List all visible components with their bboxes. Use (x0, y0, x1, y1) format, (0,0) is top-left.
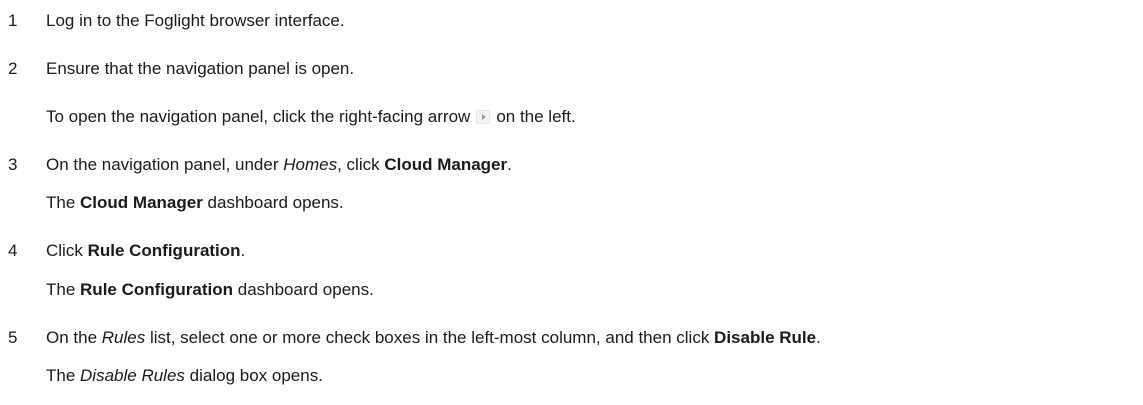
step-text: Log in to the Foglight browser interface… (46, 11, 345, 30)
step-number: 3 (8, 155, 18, 174)
step-text: On the navigation panel, under Homes, cl… (46, 155, 512, 174)
step-text: Ensure that the navigation panel is open… (46, 59, 355, 78)
step-number: 1 (8, 11, 18, 30)
cloud-manager-term: Cloud Manager (384, 155, 508, 174)
right-facing-arrow-icon (476, 110, 491, 124)
step-text: Click Rule Configuration. (46, 241, 246, 260)
step-note: The Cloud Manager dashboard opens. (46, 193, 344, 212)
step-text: On the Rules list, select one or more ch… (46, 328, 821, 347)
rule-configuration-term: Rule Configuration (87, 241, 241, 260)
step-number: 4 (8, 241, 18, 260)
step-note: The Rule Configuration dashboard opens. (46, 280, 374, 299)
step-note: To open the navigation panel, click the … (46, 107, 576, 126)
step-note: The Disable Rules dialog box opens. (46, 366, 323, 385)
step-number: 2 (8, 59, 18, 78)
disable-rule-term: Disable Rule (714, 328, 817, 347)
step-number: 5 (8, 328, 18, 347)
rules-term: Rules (101, 328, 146, 347)
homes-term: Homes (283, 155, 338, 174)
